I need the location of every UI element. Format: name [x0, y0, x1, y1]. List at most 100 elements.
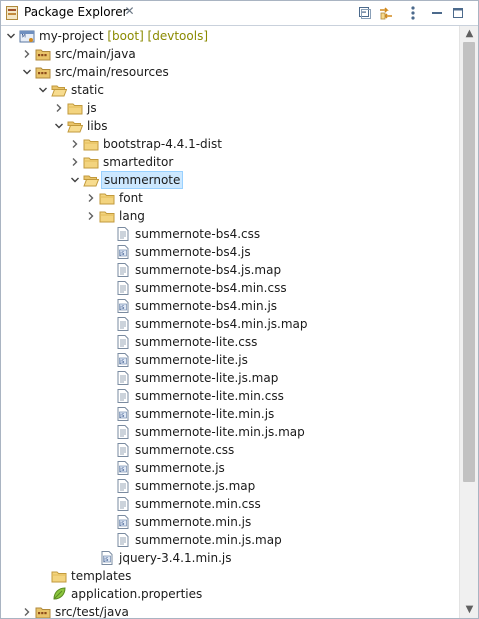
tree-item[interactable]: summernote-lite.css	[1, 333, 459, 351]
tree-item-label: summernote-lite.min.js	[133, 406, 276, 422]
tree-item-text: lang	[119, 209, 145, 223]
js-file-icon: JS	[117, 245, 129, 259]
chevron-right-icon[interactable]	[85, 192, 97, 204]
vertical-scrollbar[interactable]: ▲ ▼	[459, 26, 478, 618]
close-icon[interactable]: ✕	[124, 5, 135, 17]
chevron-right-icon[interactable]	[69, 156, 81, 168]
tree-item[interactable]: smarteditor	[1, 153, 459, 171]
project-icon: M	[19, 30, 35, 43]
scroll-thumb[interactable]	[463, 42, 475, 482]
tree-item[interactable]: summernote-lite.min.js.map	[1, 423, 459, 441]
tree-item-label: my-project [boot] [devtools]	[37, 28, 210, 44]
tree-item-text: summernote.css	[135, 443, 235, 457]
tree-item[interactable]: libs	[1, 117, 459, 135]
tree-item-label: src/main/java	[53, 46, 138, 62]
tree-item-text: static	[71, 83, 104, 97]
chevron-down-icon[interactable]	[53, 120, 65, 132]
chevron-right-icon[interactable]	[85, 210, 97, 222]
collapse-all-icon[interactable]	[357, 5, 373, 21]
tree-item-label: summernote-bs4.js.map	[133, 262, 283, 278]
tree-item[interactable]: Mmy-project [boot] [devtools]	[1, 27, 459, 45]
text-file-icon	[117, 281, 129, 295]
chevron-right-icon[interactable]	[21, 48, 33, 60]
js-file-icon: JS	[101, 551, 113, 565]
tree-item[interactable]: static	[1, 81, 459, 99]
tree-item[interactable]: bootstrap-4.4.1-dist	[1, 135, 459, 153]
js-file-icon: JS	[117, 515, 129, 529]
tree-item[interactable]: JS summernote-bs4.js	[1, 243, 459, 261]
tree-item[interactable]: summernote-lite.js.map	[1, 369, 459, 387]
properties-leaf-icon	[53, 587, 66, 600]
tree-item[interactable]: summernote.min.js.map	[1, 531, 459, 549]
tree-item[interactable]: JS summernote-lite.min.js	[1, 405, 459, 423]
chevron-right-icon[interactable]	[69, 138, 81, 150]
chevron-down-icon[interactable]	[37, 84, 49, 96]
tree-item[interactable]: JS summernote.js	[1, 459, 459, 477]
tree-item[interactable]: src/test/java	[1, 603, 459, 618]
tree-item[interactable]: src/main/resources	[1, 63, 459, 81]
tree-item[interactable]: summernote-bs4.js.map	[1, 261, 459, 279]
maximize-icon[interactable]	[450, 5, 466, 21]
tree-item[interactable]: js	[1, 99, 459, 117]
tree-item[interactable]: summernote-bs4.min.js.map	[1, 315, 459, 333]
tree-item-text: summernote.js.map	[135, 479, 256, 493]
chevron-right-icon[interactable]	[21, 606, 33, 618]
tree-item[interactable]: summernote-lite.min.css	[1, 387, 459, 405]
tree-item[interactable]: JS summernote.min.js	[1, 513, 459, 531]
text-file-icon	[117, 389, 129, 403]
link-with-editor-icon[interactable]	[378, 5, 394, 21]
tree-item[interactable]: src/main/java	[1, 45, 459, 63]
tree-item-label: summernote-bs4.css	[133, 226, 262, 242]
tree-item-label: summernote.js	[133, 460, 227, 476]
tree-item-label: summernote-lite.js	[133, 352, 250, 368]
folder-icon	[83, 139, 99, 151]
tree-item-label: lang	[117, 208, 147, 224]
tree-item[interactable]: JS jquery-3.4.1.min.js	[1, 549, 459, 567]
tree-item[interactable]: summernote.css	[1, 441, 459, 459]
tree-item[interactable]: summernote-bs4.min.css	[1, 279, 459, 297]
package-explorer-view: Package Explorer ✕ Mmy-project [boot] [d…	[0, 0, 479, 619]
tree-item[interactable]: font	[1, 189, 459, 207]
minimize-icon[interactable]	[429, 5, 445, 21]
tree-item-text: summernote.js	[135, 461, 225, 475]
tree-item[interactable]: summernote.min.css	[1, 495, 459, 513]
tree-item[interactable]: summernote	[1, 171, 459, 189]
tree-item-text: summernote-bs4.min.css	[135, 281, 287, 295]
text-file-icon	[117, 317, 129, 331]
chevron-down-icon[interactable]	[5, 30, 17, 42]
chevron-down-icon[interactable]	[21, 66, 33, 78]
view-title: Package Explorer	[24, 5, 128, 19]
source-folder-icon	[35, 49, 51, 61]
tree-item-label: summernote.css	[133, 442, 236, 458]
tree-item-label: font	[117, 190, 145, 206]
tree-item-label-selected: summernote	[101, 171, 184, 189]
tree-item-text: font	[119, 191, 143, 205]
tree-item[interactable]: application.properties	[1, 585, 459, 603]
tree-item[interactable]: summernote-bs4.css	[1, 225, 459, 243]
tree-item[interactable]: JS summernote-lite.js	[1, 351, 459, 369]
tree-item-label: jquery-3.4.1.min.js	[117, 550, 233, 566]
tree-item-text: js	[87, 101, 97, 115]
text-file-icon	[117, 533, 129, 547]
chevron-down-icon[interactable]	[69, 174, 81, 186]
scroll-down-icon[interactable]: ▼	[460, 602, 478, 618]
tree-item-label: summernote.min.css	[133, 496, 263, 512]
text-file-icon	[117, 371, 129, 385]
view-menu-icon[interactable]	[405, 5, 421, 21]
tree-item-label: templates	[69, 568, 133, 584]
tree-item-text: summernote.min.js	[135, 515, 252, 529]
tree-item[interactable]: summernote.js.map	[1, 477, 459, 495]
svg-text:JS: JS	[119, 359, 124, 365]
view-tab-package-explorer[interactable]: Package Explorer ✕	[1, 1, 141, 25]
tree-item[interactable]: JS summernote-bs4.min.js	[1, 297, 459, 315]
tree-item-text: summernote-bs4.js.map	[135, 263, 282, 277]
tree-item-text: summernote-lite.css	[135, 335, 258, 349]
tree-item-text: jquery-3.4.1.min.js	[119, 551, 232, 565]
tree-item[interactable]: templates	[1, 567, 459, 585]
folder-icon	[99, 193, 115, 205]
scroll-up-icon[interactable]: ▲	[460, 26, 478, 42]
chevron-right-icon[interactable]	[53, 102, 65, 114]
tree-item[interactable]: lang	[1, 207, 459, 225]
package-explorer-icon	[6, 6, 18, 20]
svg-text:JS: JS	[119, 413, 124, 419]
